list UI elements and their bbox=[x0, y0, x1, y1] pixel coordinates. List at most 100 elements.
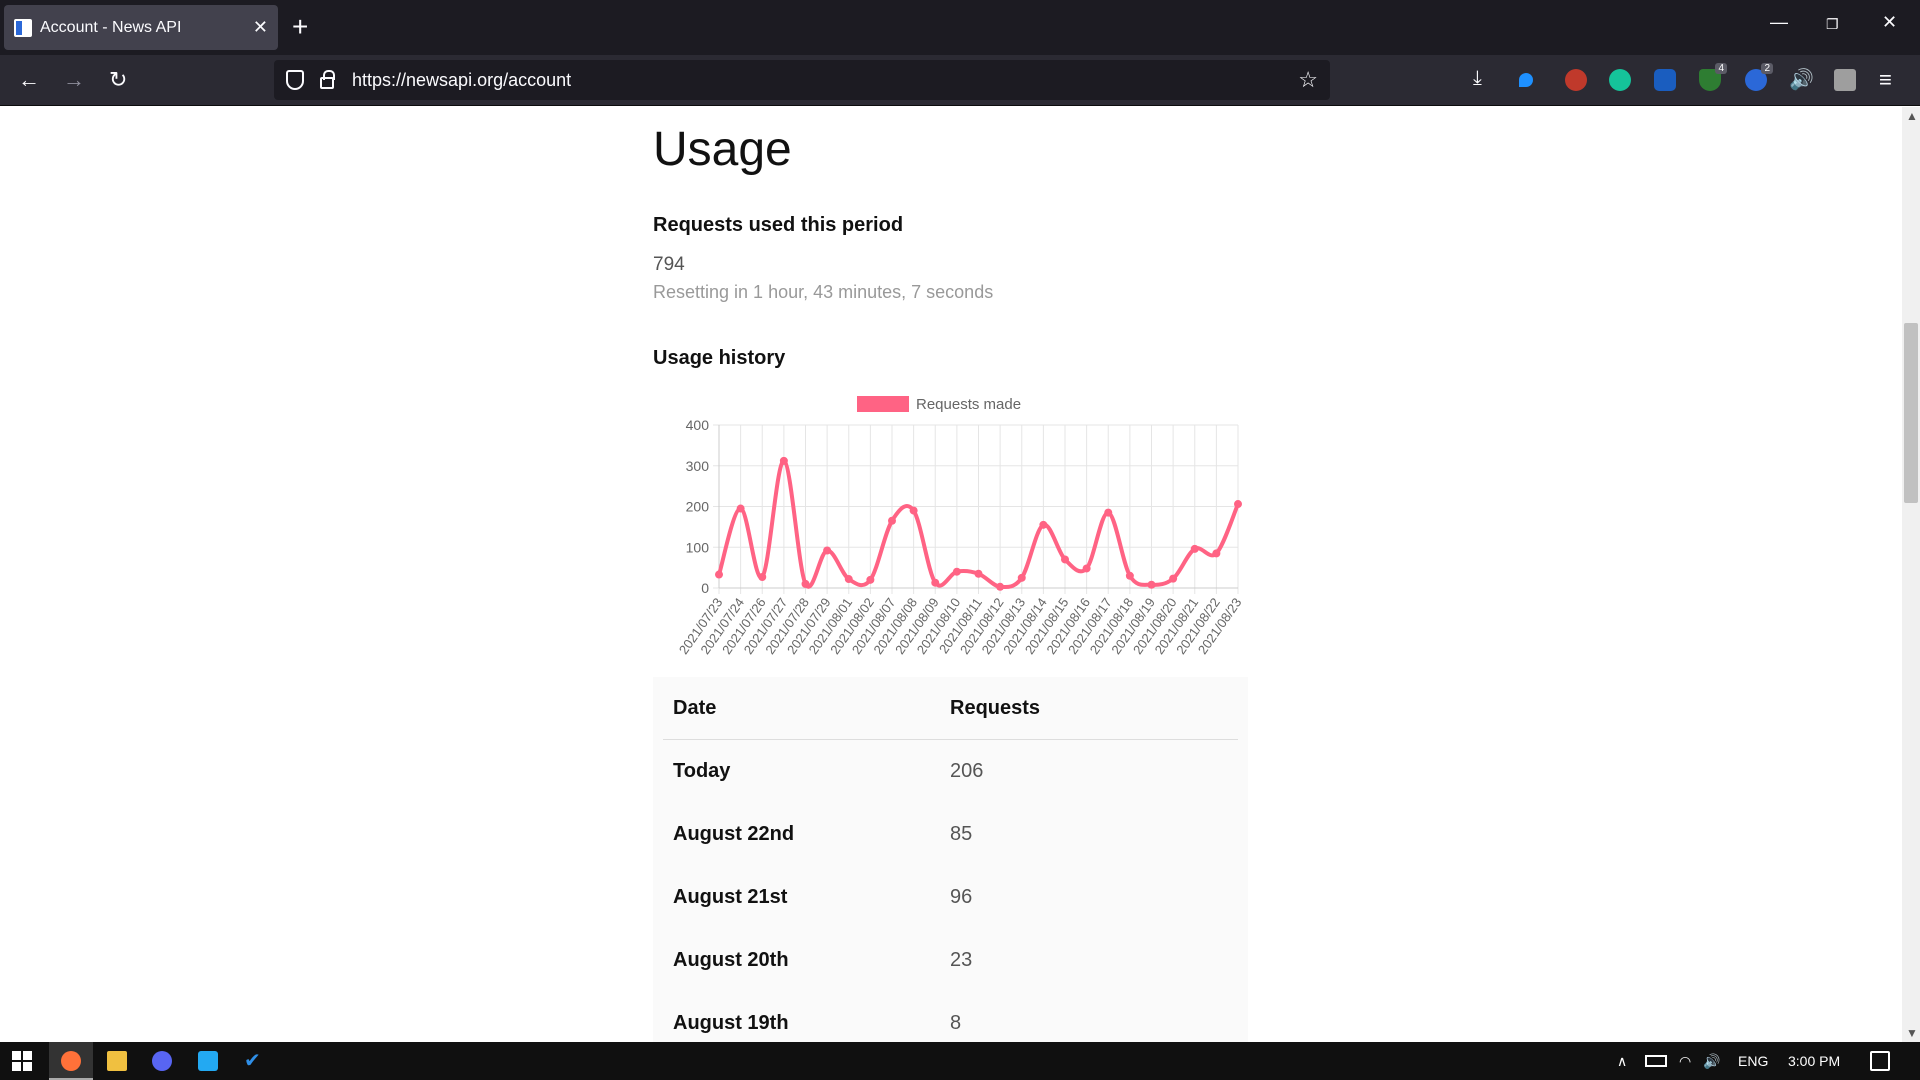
y-tick-label: 0 bbox=[701, 580, 709, 596]
data-point bbox=[1061, 555, 1069, 564]
firefox-icon bbox=[61, 1051, 81, 1071]
table-header-row: Date Requests bbox=[663, 677, 1238, 740]
data-point bbox=[888, 516, 896, 525]
restore-icon[interactable]: ❐ bbox=[1826, 16, 1839, 33]
battery-icon[interactable] bbox=[1645, 1055, 1667, 1067]
volume-icon[interactable]: 🔊 bbox=[1703, 1053, 1720, 1070]
data-point bbox=[844, 575, 853, 584]
data-point bbox=[931, 578, 940, 587]
table-row: August 21st 96 bbox=[663, 866, 1238, 929]
y-tick-label: 300 bbox=[686, 458, 710, 474]
wifi-icon[interactable]: ◠ bbox=[1679, 1053, 1691, 1070]
requests-count: 794 bbox=[653, 254, 685, 275]
scroll-down-icon[interactable]: ▼ bbox=[1906, 1026, 1918, 1040]
url-bar[interactable]: https://newsapi.org/account ☆ bbox=[274, 60, 1330, 100]
usage-table: Date Requests Today 206 August 22nd 85 A… bbox=[653, 677, 1248, 1042]
data-point bbox=[1234, 500, 1242, 509]
tab-title: Account - News API bbox=[40, 18, 182, 36]
data-point bbox=[996, 582, 1005, 591]
data-point bbox=[779, 456, 788, 465]
header-date: Date bbox=[673, 696, 717, 719]
discord-icon[interactable] bbox=[152, 1051, 172, 1071]
data-point bbox=[1212, 549, 1221, 558]
row-requests: 206 bbox=[950, 760, 984, 782]
back-icon[interactable]: ← bbox=[18, 67, 40, 93]
page-content: Usage Requests used this period 794 Rese… bbox=[0, 107, 1902, 1042]
data-point bbox=[758, 572, 767, 581]
tab-bar: Account - News API ✕ + — ❐ ✕ bbox=[0, 0, 1920, 55]
y-tick-label: 400 bbox=[686, 417, 710, 433]
language-indicator[interactable]: ENG bbox=[1738, 1053, 1768, 1069]
legend-swatch bbox=[857, 396, 909, 412]
speaker-icon[interactable]: 🔊 bbox=[1789, 67, 1814, 92]
y-tick-label: 200 bbox=[686, 499, 710, 515]
table-row: Today 206 bbox=[663, 740, 1238, 803]
newsapi-favicon-icon bbox=[14, 18, 32, 37]
forward-icon[interactable]: → bbox=[63, 67, 85, 93]
row-date: August 20th bbox=[673, 949, 789, 971]
tray-chevron-icon[interactable]: ∧ bbox=[1617, 1053, 1627, 1070]
usage-chart-svg: Requests made01002003004002021/07/232021… bbox=[676, 396, 1244, 657]
row-date: Today bbox=[673, 760, 731, 782]
minimize-icon[interactable]: — bbox=[1770, 12, 1788, 33]
usage-history-heading: Usage history bbox=[653, 347, 786, 369]
data-point bbox=[1104, 508, 1113, 517]
scroll-up-icon[interactable]: ▲ bbox=[1906, 109, 1918, 123]
tab-close-icon[interactable]: ✕ bbox=[253, 17, 268, 38]
extension-owl-icon[interactable] bbox=[1565, 69, 1587, 91]
firefox-taskbar-button[interactable] bbox=[49, 1042, 93, 1080]
vscode-icon[interactable] bbox=[198, 1051, 218, 1071]
row-requests: 85 bbox=[950, 823, 973, 845]
downloads-icon[interactable]: ⤓ bbox=[1473, 67, 1482, 90]
navigation-bar: ← → ↻ https://newsapi.org/account ☆ ⤓ 4 … bbox=[0, 55, 1920, 106]
extension-badge: 4 bbox=[1715, 63, 1727, 74]
data-point bbox=[1017, 573, 1026, 582]
data-point bbox=[1190, 544, 1199, 553]
legend-label: Requests made bbox=[916, 396, 1021, 413]
clock[interactable]: 3:00 PM bbox=[1788, 1053, 1840, 1069]
usage-section: Usage Requests used this period 794 Rese… bbox=[653, 107, 1248, 1042]
tab-account[interactable]: Account - News API ✕ bbox=[4, 5, 278, 50]
bookmark-star-icon[interactable]: ☆ bbox=[1298, 67, 1318, 93]
file-explorer-icon[interactable] bbox=[107, 1051, 127, 1071]
data-point bbox=[1082, 564, 1091, 573]
table-row: August 20th 23 bbox=[663, 929, 1238, 992]
row-requests: 8 bbox=[950, 1012, 962, 1034]
row-date: August 21st bbox=[673, 886, 788, 908]
reload-icon[interactable]: ↻ bbox=[109, 67, 127, 93]
close-window-icon[interactable]: ✕ bbox=[1882, 12, 1897, 33]
menu-hamburger-icon[interactable]: ≡ bbox=[1879, 67, 1892, 93]
table-row: August 19th 8 bbox=[663, 992, 1238, 1042]
data-point bbox=[1039, 520, 1048, 529]
row-date: August 22nd bbox=[673, 823, 795, 845]
extension-shield-red-icon[interactable] bbox=[1654, 69, 1676, 91]
notifications-icon[interactable] bbox=[1870, 1051, 1890, 1071]
data-point bbox=[1147, 580, 1156, 589]
extension-gray-icon[interactable] bbox=[1834, 69, 1856, 91]
todo-check-icon[interactable]: ✔ bbox=[244, 1051, 264, 1071]
extension-blue-icon[interactable]: 2 bbox=[1745, 63, 1773, 91]
requests-heading: Requests used this period bbox=[653, 214, 904, 236]
page-scrollbar[interactable]: ▲ ▼ bbox=[1902, 107, 1920, 1042]
extension-shield-green-icon[interactable]: 4 bbox=[1699, 63, 1727, 91]
grammarly-icon[interactable] bbox=[1609, 69, 1631, 91]
url-text[interactable]: https://newsapi.org/account bbox=[352, 70, 1298, 91]
reset-countdown: Resetting in 1 hour, 43 minutes, 7 secon… bbox=[653, 282, 994, 302]
table-row: August 22nd 85 bbox=[663, 803, 1238, 866]
data-point bbox=[801, 579, 810, 588]
lock-icon[interactable] bbox=[320, 70, 335, 89]
page-title: Usage bbox=[653, 123, 792, 176]
new-tab-button[interactable]: + bbox=[292, 12, 308, 42]
windows-start-icon[interactable] bbox=[12, 1051, 32, 1071]
data-point bbox=[866, 575, 875, 584]
data-point bbox=[909, 506, 918, 515]
windows-taskbar: ✔ ∧ ◠ 🔊 ENG 3:00 PM bbox=[0, 1042, 1920, 1080]
scrollbar-thumb[interactable] bbox=[1904, 323, 1918, 503]
tracking-protection-shield-icon[interactable] bbox=[286, 70, 304, 90]
extension-badge: 2 bbox=[1761, 63, 1773, 74]
data-point bbox=[1169, 574, 1178, 583]
data-point bbox=[823, 546, 832, 555]
extension-gem-icon[interactable] bbox=[1519, 73, 1533, 87]
data-point bbox=[952, 567, 961, 576]
row-requests: 23 bbox=[950, 949, 973, 971]
